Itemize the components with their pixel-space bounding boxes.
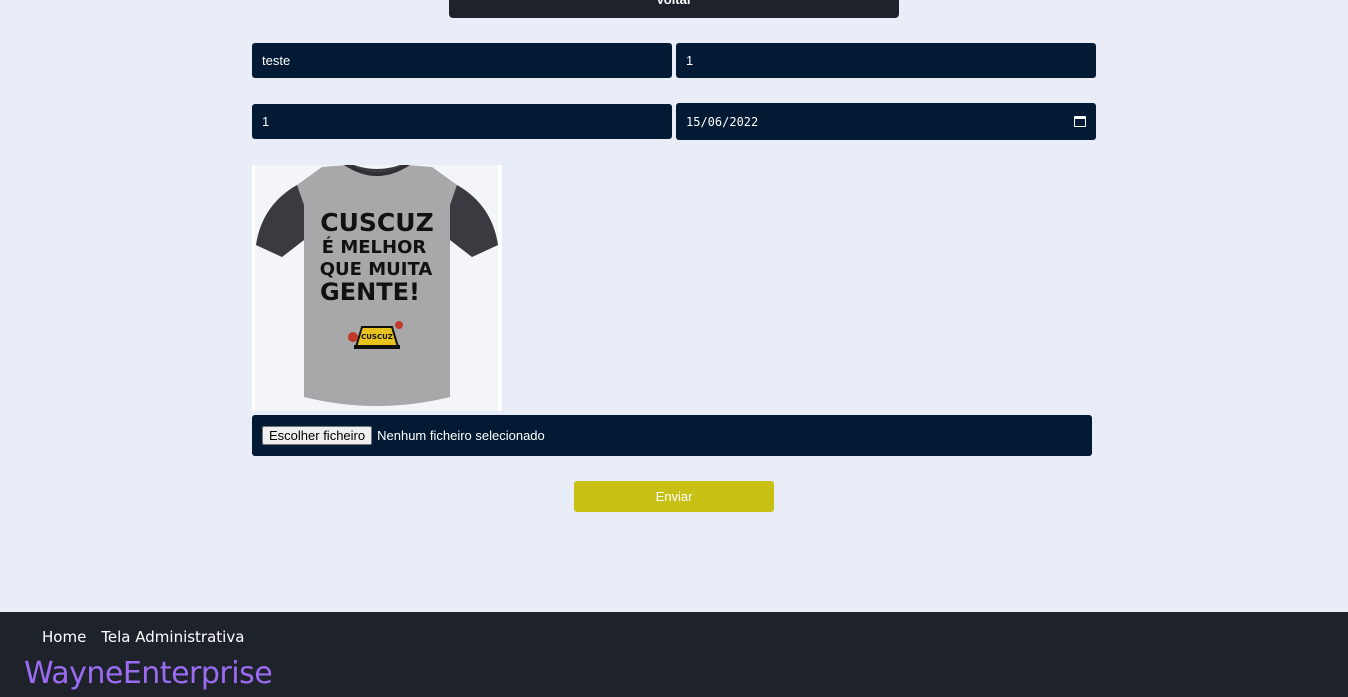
footer: Home Tela Administrativa WayneEnterprise <box>0 612 1348 697</box>
product-name-value: teste <box>262 53 291 68</box>
back-button[interactable]: Voltar <box>449 0 899 18</box>
file-upload-field[interactable]: Escolher ficheiro Nenhum ficheiro seleci… <box>252 415 1092 456</box>
choose-file-button[interactable]: Escolher ficheiro <box>262 426 373 445</box>
shirt-line-4: GENTE! <box>320 278 420 306</box>
shirt-line-1: CUSCUZ <box>320 208 433 237</box>
tshirt-image: CUSCUZ É MELHOR QUE MUITA GENTE! CUSCUZ <box>252 165 502 411</box>
calendar-icon[interactable] <box>1074 116 1086 127</box>
nav-admin-link[interactable]: Tela Administrativa <box>101 628 244 646</box>
file-status-text: Nenhum ficheiro selecionado <box>377 428 545 443</box>
quantity-value: 1 <box>686 53 694 68</box>
preview-border-left <box>252 165 255 411</box>
shirt-line-3: QUE MUITA <box>320 259 433 280</box>
price-input[interactable]: 1 <box>252 104 672 139</box>
product-name-input[interactable]: teste <box>252 43 672 78</box>
submit-button[interactable]: Enviar <box>574 481 774 512</box>
date-input[interactable]: 15/06/2022 <box>676 103 1096 140</box>
footer-nav: Home Tela Administrativa <box>42 628 244 646</box>
brand-logo[interactable]: WayneEnterprise <box>24 656 273 691</box>
product-image-preview: CUSCUZ É MELHOR QUE MUITA GENTE! CUSCUZ <box>252 165 502 411</box>
quantity-input[interactable]: 1 <box>676 43 1096 78</box>
date-value: 15/06/2022 <box>686 114 759 129</box>
shirt-badge: CUSCUZ <box>361 333 393 341</box>
nav-home-link[interactable]: Home <box>42 628 86 646</box>
preview-border-right <box>498 165 502 411</box>
price-value: 1 <box>262 114 270 129</box>
shirt-line-2: É MELHOR <box>322 236 427 258</box>
